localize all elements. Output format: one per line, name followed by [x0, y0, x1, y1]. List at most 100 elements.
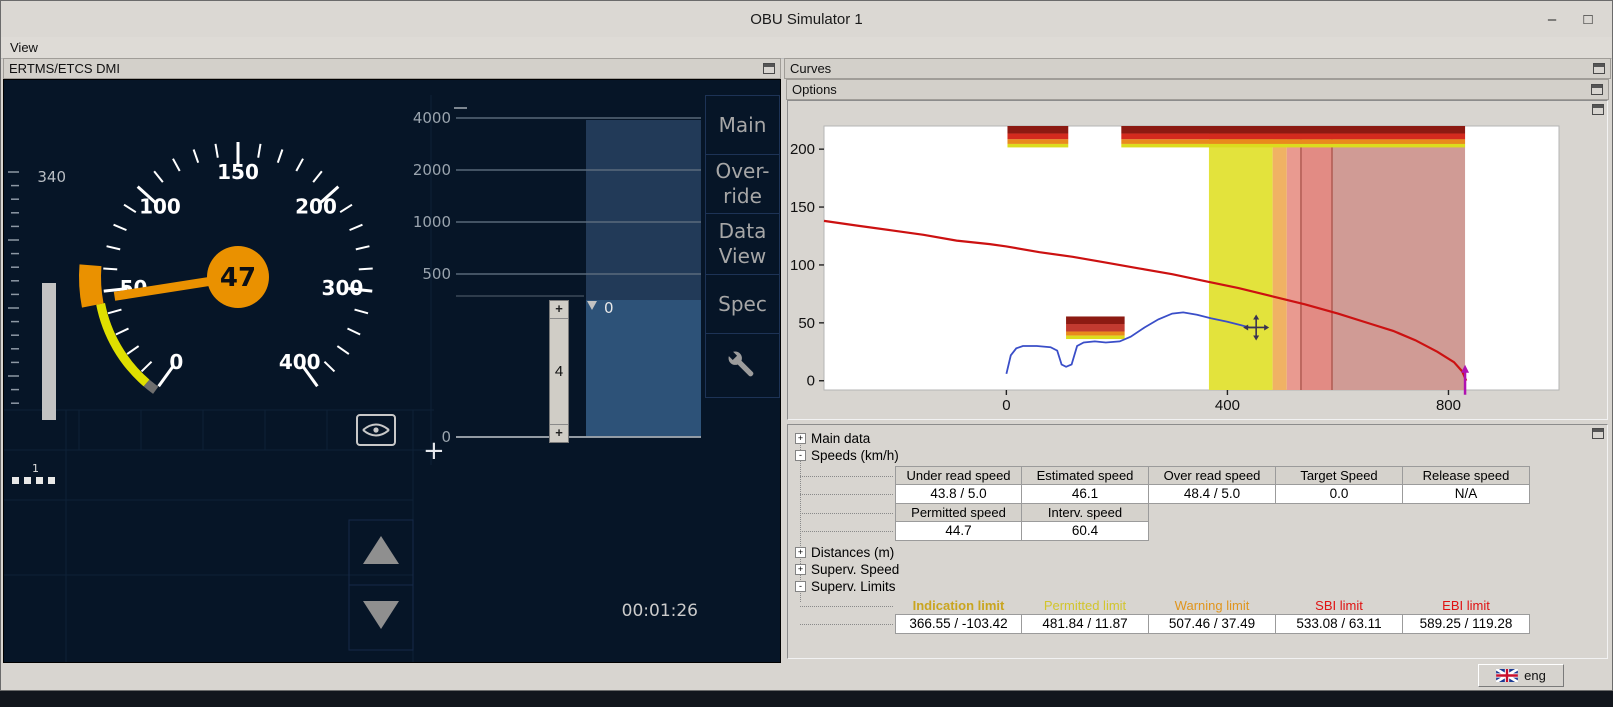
svg-text:500: 500 [422, 265, 451, 283]
dmi-panel-title: ERTMS/ETCS DMI [9, 61, 120, 76]
svg-text:0: 0 [1002, 397, 1010, 414]
limits-header-cell: Indication limit [895, 597, 1022, 615]
svg-text:800: 800 [1436, 397, 1461, 414]
speeds-value-cell: 43.8 / 5.0 [895, 484, 1022, 504]
options-panel-header: Options [786, 79, 1609, 100]
limits-header-cell: SBI limit [1275, 597, 1403, 615]
maximize-button[interactable]: □ [1578, 11, 1598, 28]
speeds-header-cell: Release speed [1402, 466, 1530, 485]
svg-text:150: 150 [790, 199, 815, 216]
dmi-graphics: 4000200010005000005010015020030040047 [4, 80, 780, 662]
language-button[interactable]: eng [1478, 664, 1564, 687]
tree-item-label: Distances (m) [811, 545, 894, 560]
options-dock-icon[interactable] [1591, 84, 1603, 95]
speeds-value-cell: 44.7 [895, 521, 1022, 541]
dmi-menu-sidebar: Main Over-ride Data View Spec [705, 95, 780, 398]
speeds-value-cell: 0.0 [1275, 484, 1403, 504]
limits-header-row: Indication limit Permitted limit Warning… [895, 597, 1603, 615]
menu-bar: View [1, 37, 1612, 59]
page-dot[interactable] [36, 477, 43, 484]
speeds-value-row-2: 44.7 60.4 [895, 521, 1603, 541]
page-dot[interactable] [12, 477, 19, 484]
svg-text:200: 200 [790, 141, 815, 158]
curves-chart-panel: 0400800050100150200 [787, 100, 1608, 420]
svg-text:0: 0 [604, 299, 614, 317]
tree-item-label: Superv. Limits [811, 579, 896, 594]
options-panel-title: Options [792, 82, 837, 97]
svg-text:200: 200 [295, 195, 337, 219]
zoom-out-button[interactable]: + [550, 424, 568, 442]
override-button[interactable]: Over-ride [705, 154, 780, 214]
svg-text:400: 400 [279, 350, 321, 374]
speeds-header-cell: Under read speed [895, 466, 1022, 485]
spec-button[interactable]: Spec [705, 274, 780, 334]
svg-text:1000: 1000 [413, 213, 451, 231]
tree-item-label: Main data [811, 431, 870, 446]
settings-button[interactable] [705, 333, 780, 398]
limits-value-cell: 366.55 / -103.42 [895, 614, 1022, 634]
tree-item-distances[interactable]: + Distances (m) [795, 544, 1603, 561]
main-button[interactable]: Main [705, 95, 780, 155]
tree-item-superv-limits[interactable]: - Superv. Limits [795, 578, 1603, 595]
limits-value-cell: 533.08 / 63.11 [1275, 614, 1403, 634]
expander-icon[interactable]: - [795, 581, 806, 592]
dmi-dock-icon[interactable] [763, 63, 775, 74]
uk-flag-icon [1496, 669, 1518, 682]
speeds-value-cell: 46.1 [1021, 484, 1149, 504]
speeds-value-cell: 48.4 / 5.0 [1148, 484, 1276, 504]
data-tree-panel: + Main data - Speeds (km/h) Under read s… [787, 424, 1608, 659]
curves-chart: 0400800050100150200 [788, 101, 1607, 419]
curves-dock-icon[interactable] [1593, 63, 1605, 74]
limits-value-cell: 589.25 / 119.28 [1402, 614, 1530, 634]
menu-view[interactable]: View [1, 38, 47, 57]
dmi-panel-header: ERTMS/ETCS DMI [3, 58, 781, 79]
limits-header-cell: Permitted limit [1021, 597, 1149, 615]
svg-text:0: 0 [169, 350, 183, 374]
expander-icon[interactable]: - [795, 450, 806, 461]
svg-text:300: 300 [322, 276, 364, 300]
titlebar[interactable]: OBU Simulator 1 – □ [1, 1, 1612, 38]
speeds-header-row: Under read speed Estimated speed Over re… [895, 466, 1603, 485]
chart-dock-icon[interactable] [1592, 104, 1604, 115]
wrench-icon [722, 345, 764, 387]
tree-item-superv-speed[interactable]: + Superv. Speed [795, 561, 1603, 578]
clock-display: 00:01:26 [584, 601, 698, 621]
window-title: OBU Simulator 1 [750, 11, 863, 28]
dmi-display: 4000200010005000005010015020030040047 34… [3, 79, 781, 663]
expander-icon[interactable]: + [795, 564, 806, 575]
limits-header-cell: EBI limit [1402, 597, 1530, 615]
expander-icon[interactable]: + [795, 433, 806, 444]
svg-text:150: 150 [217, 160, 259, 184]
zoom-in-button[interactable]: + [550, 301, 568, 319]
page-indicator: 1 [12, 462, 72, 490]
scale-plus-button[interactable]: + [423, 436, 445, 466]
page-dot[interactable] [24, 477, 31, 484]
obu-simulator-window: OBU Simulator 1 – □ View ERTMS/ETCS DMI … [0, 0, 1613, 691]
minimize-button[interactable]: – [1542, 11, 1562, 28]
page-dot[interactable] [48, 477, 55, 484]
page-number: 1 [32, 462, 39, 475]
limits-value-cell: 481.84 / 11.87 [1021, 614, 1149, 634]
data-tree: + Main data - Speeds (km/h) Under read s… [795, 430, 1603, 634]
language-label: eng [1524, 668, 1546, 683]
speeds-header-cell: Interv. speed [1021, 503, 1149, 522]
limits-header-cell: Warning limit [1148, 597, 1276, 615]
tree-item-speeds[interactable]: - Speeds (km/h) [795, 447, 1603, 464]
expander-icon[interactable]: + [795, 547, 806, 558]
planning-zoom-slider[interactable]: + 4 + [549, 300, 569, 443]
speeds-value-cell: 60.4 [1021, 521, 1149, 541]
left-gauge-max-label: 340 [30, 168, 66, 186]
data-view-button[interactable]: Data View [705, 213, 780, 275]
svg-text:47: 47 [220, 263, 256, 293]
speeds-value-row: 43.8 / 5.0 46.1 48.4 / 5.0 0.0 N/A [895, 484, 1603, 504]
svg-text:100: 100 [790, 257, 815, 274]
svg-text:2000: 2000 [413, 161, 451, 179]
limits-table: Indication limit Permitted limit Warning… [895, 597, 1603, 634]
limits-value-cell: 507.46 / 37.49 [1148, 614, 1276, 634]
speeds-header-cell: Over read speed [1148, 466, 1276, 485]
limits-value-row: 366.55 / -103.42 481.84 / 11.87 507.46 /… [895, 614, 1603, 634]
curves-panel-title: Curves [790, 61, 831, 76]
tree-item-label: Speeds (km/h) [811, 448, 899, 463]
tree-item-main-data[interactable]: + Main data [795, 430, 1603, 447]
speeds-header-cell: Target Speed [1275, 466, 1403, 485]
